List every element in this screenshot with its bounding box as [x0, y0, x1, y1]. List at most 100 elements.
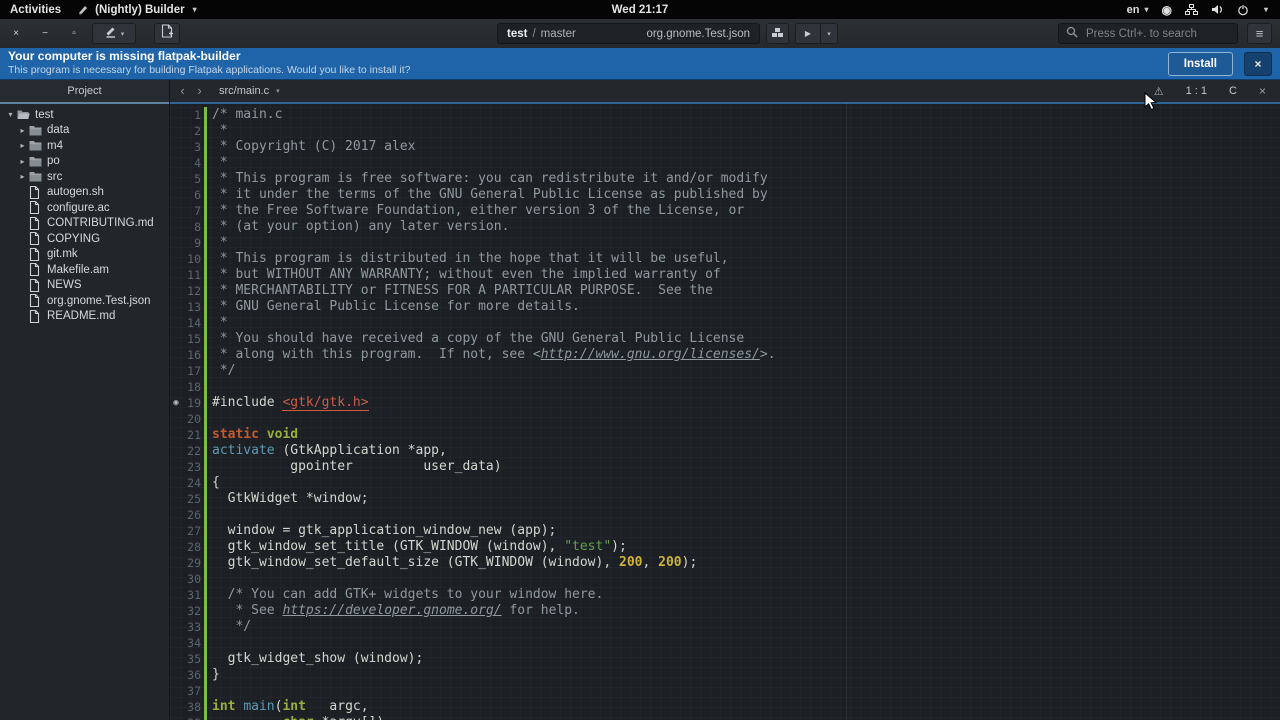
volume-icon[interactable] [1211, 4, 1224, 15]
code-line-14[interactable]: 14 * [170, 315, 1280, 331]
tree-item-src[interactable]: ▸ src [0, 169, 169, 185]
code-line-19[interactable]: ◉ 19 #include <gtk/gtk.h> [170, 395, 1280, 411]
open-file-title[interactable]: src/main.c [219, 85, 269, 97]
code-line-13[interactable]: 13 * GNU General Public License for more… [170, 299, 1280, 315]
tree-item-test[interactable]: ▾ test [0, 107, 169, 123]
window-close-button[interactable]: × [10, 28, 22, 39]
window-minimize-button[interactable]: − [39, 28, 51, 39]
code-line-27[interactable]: 27 window = gtk_application_window_new (… [170, 523, 1280, 539]
code-line-5[interactable]: 5 * This program is free software: you c… [170, 171, 1280, 187]
tree-item-autogen.sh[interactable]: autogen.sh [0, 185, 169, 201]
omnibar[interactable]: test / master org.gnome.Test.json [497, 23, 760, 44]
search-input[interactable] [1084, 26, 1242, 41]
code-line-4[interactable]: 4 * [170, 155, 1280, 171]
tree-item-git.mk[interactable]: git.mk [0, 247, 169, 263]
tree-item-org.gnome.Test.json[interactable]: org.gnome.Test.json [0, 293, 169, 309]
gutter-spacer [170, 139, 182, 155]
hamburger-menu-button[interactable]: ≡ [1247, 23, 1272, 44]
code-line-29[interactable]: 29 gtk_window_set_default_size (GTK_WIND… [170, 555, 1280, 571]
branch-name: master [540, 27, 576, 40]
line-number: 23 [187, 460, 201, 474]
folder-icon [29, 125, 45, 136]
warning-icon[interactable]: ⚠ [1154, 85, 1164, 98]
code-line-34[interactable]: 34 [170, 635, 1280, 651]
notification-body: This program is necessary for building F… [8, 64, 411, 77]
code-line-26[interactable]: 26 [170, 507, 1280, 523]
app-menu[interactable]: (Nightly) Builder ▾ [77, 4, 197, 16]
tree-item-NEWS[interactable]: NEWS [0, 278, 169, 294]
nav-forward-button[interactable]: › [191, 81, 208, 101]
code-line-24[interactable]: 24 { [170, 475, 1280, 491]
tree-item-m4[interactable]: ▸ m4 [0, 138, 169, 154]
code-line-17[interactable]: 17 */ [170, 363, 1280, 379]
expander-icon[interactable]: ▾ [4, 110, 17, 119]
tree-item-Makefile.am[interactable]: Makefile.am [0, 262, 169, 278]
code-line-22[interactable]: 22 activate (GtkApplication *app, [170, 443, 1280, 459]
code-line-39[interactable]: 39 char *argv[]) [170, 715, 1280, 720]
power-icon[interactable] [1237, 4, 1249, 16]
notification-close-button[interactable]: × [1244, 51, 1272, 76]
code-editor[interactable]: 1/* main.c 2 * 3 * Copyright (C) 2017 alex… [170, 104, 1280, 720]
tree-item-configure.ac[interactable]: configure.ac [0, 200, 169, 216]
expander-icon[interactable]: ▸ [16, 157, 29, 166]
gutter-spacer [170, 203, 182, 219]
code-line-7[interactable]: 7 * the Free Software Foundation, either… [170, 203, 1280, 219]
code-line-21[interactable]: 21 static void [170, 427, 1280, 443]
code-line-30[interactable]: 30 [170, 571, 1280, 587]
code-line-2[interactable]: 2 * [170, 123, 1280, 139]
language-indicator[interactable]: C [1229, 85, 1237, 97]
tree-item-COPYING[interactable]: COPYING [0, 231, 169, 247]
code-line-25[interactable]: 25 GtkWidget *window; [170, 491, 1280, 507]
line-number: 36 [187, 668, 201, 682]
perspective-selector-button[interactable]: ▾ [92, 23, 136, 44]
file-dropdown-icon[interactable]: ▾ [276, 87, 280, 95]
expander-icon[interactable]: ▸ [16, 141, 29, 150]
run-options-button[interactable]: ▾ [821, 23, 838, 44]
new-document-button[interactable] [154, 23, 180, 44]
code-text: gtk_window_set_default_size (GTK_WINDOW … [212, 555, 698, 570]
code-line-23[interactable]: 23 gpointer user_data) [170, 459, 1280, 475]
cursor-position: 1 : 1 [1185, 85, 1208, 97]
code-line-1[interactable]: 1 /* main.c [170, 107, 1280, 123]
expander-icon[interactable]: ▸ [16, 126, 29, 135]
clock[interactable]: Wed 21:17 [612, 4, 669, 16]
code-line-33[interactable]: 33 */ [170, 619, 1280, 635]
code-line-36[interactable]: 36} [170, 667, 1280, 683]
code-line-35[interactable]: 35 gtk_widget_show (window); [170, 651, 1280, 667]
code-line-32[interactable]: 32 * See https://developer.gnome.org/ fo… [170, 603, 1280, 619]
editor-close-button[interactable]: × [1259, 84, 1266, 98]
code-line-16[interactable]: 16 * along with this program. If not, se… [170, 347, 1280, 363]
code-line-8[interactable]: 8 * (at your option) any later version. [170, 219, 1280, 235]
install-button[interactable]: Install [1167, 51, 1233, 76]
build-button[interactable] [766, 23, 789, 44]
code-line-20[interactable]: 20 [170, 411, 1280, 427]
tree-item-data[interactable]: ▸ data [0, 123, 169, 139]
code-line-6[interactable]: 6 * it under the terms of the GNU Genera… [170, 187, 1280, 203]
network-icon[interactable] [1184, 4, 1198, 15]
code-line-9[interactable]: 9 * [170, 235, 1280, 251]
nav-back-button[interactable]: ‹ [174, 81, 191, 101]
tree-item-README.md[interactable]: README.md [0, 309, 169, 325]
system-menu-chevron-icon[interactable]: ▾ [1264, 5, 1268, 14]
code-line-15[interactable]: 15 * You should have received a copy of … [170, 331, 1280, 347]
code-line-31[interactable]: 31 /* You can add GTK+ widgets to your w… [170, 587, 1280, 603]
code-line-10[interactable]: 10 * This program is distributed in the … [170, 251, 1280, 267]
tree-item-po[interactable]: ▸ po [0, 154, 169, 170]
keyboard-layout-indicator[interactable]: en ▾ [1127, 4, 1149, 16]
code-line-38[interactable]: 38 int main(int argc, [170, 699, 1280, 715]
code-line-37[interactable]: 37 [170, 683, 1280, 699]
file-icon [29, 201, 45, 215]
code-line-11[interactable]: 11 * but WITHOUT ANY WARRANTY; without e… [170, 267, 1280, 283]
global-search[interactable] [1058, 23, 1242, 44]
window-maximize-button[interactable]: ▫ [68, 28, 80, 39]
code-line-28[interactable]: 28 gtk_window_set_title (GTK_WINDOW (win… [170, 539, 1280, 555]
expander-icon[interactable]: ▸ [16, 172, 29, 181]
code-line-3[interactable]: 3 * Copyright (C) 2017 alex [170, 139, 1280, 155]
activities-button[interactable]: Activities [10, 4, 61, 16]
tree-item-label: m4 [47, 139, 63, 152]
code-line-18[interactable]: 18 [170, 379, 1280, 395]
gutter-spacer [170, 491, 182, 507]
code-line-12[interactable]: 12 * MERCHANTABILITY or FITNESS FOR A PA… [170, 283, 1280, 299]
run-button[interactable]: ▶ [795, 23, 821, 44]
tree-item-CONTRIBUTING.md[interactable]: CONTRIBUTING.md [0, 216, 169, 232]
